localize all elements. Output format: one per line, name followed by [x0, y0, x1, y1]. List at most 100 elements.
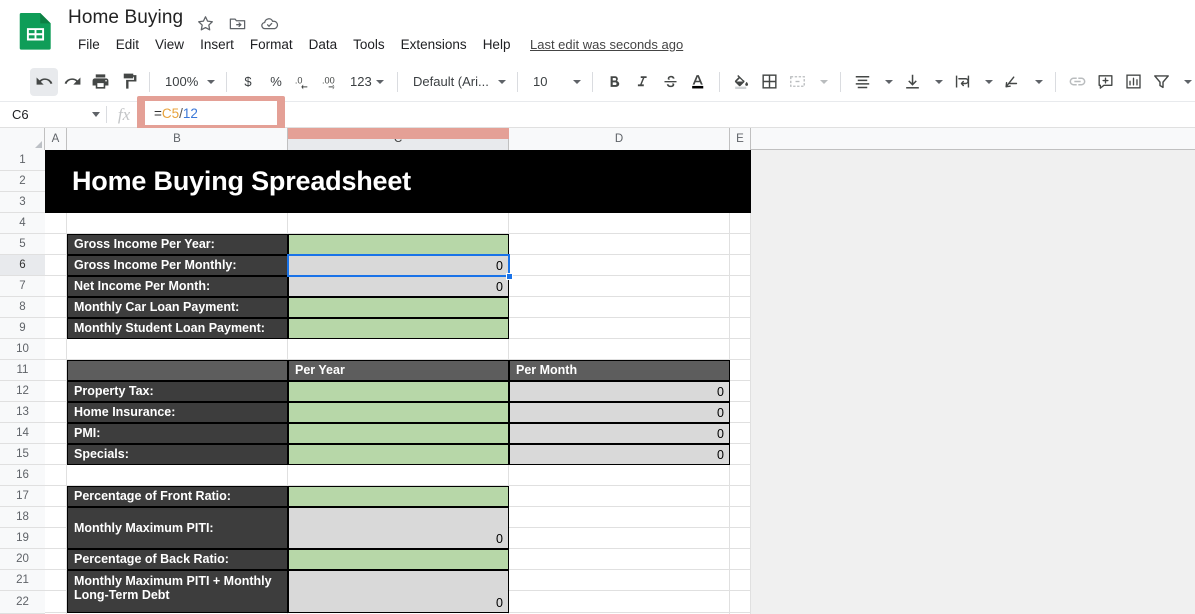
cell-c8[interactable]	[288, 297, 509, 318]
horizontal-align-dropdown[interactable]	[876, 68, 898, 96]
cell-d12[interactable]: 0	[509, 381, 730, 402]
cell-c18-merged[interactable]: 0	[288, 507, 509, 549]
undo-icon[interactable]	[30, 68, 58, 96]
insert-chart-icon[interactable]	[1119, 68, 1147, 96]
italic-icon[interactable]	[628, 68, 656, 96]
row-header-8[interactable]: 8	[0, 297, 45, 318]
row-header-6[interactable]: 6	[0, 255, 45, 276]
cell-b15[interactable]: Specials:	[67, 444, 288, 465]
column-header-d[interactable]: D	[509, 128, 730, 150]
increase-decimal-icon[interactable]: .00	[318, 68, 346, 96]
cell-c14[interactable]	[288, 423, 509, 444]
star-icon[interactable]	[196, 14, 215, 33]
cell-c11[interactable]: Per Year	[288, 360, 509, 381]
row-header-14[interactable]: 14	[0, 423, 45, 444]
menu-format[interactable]: Format	[242, 34, 301, 55]
menu-extensions[interactable]: Extensions	[393, 34, 475, 55]
cell-b11[interactable]	[67, 360, 288, 381]
row-header-10[interactable]: 10	[0, 339, 45, 360]
cell-b7[interactable]: Net Income Per Month:	[67, 276, 288, 297]
cell-c9[interactable]	[288, 318, 509, 339]
text-rotation-dropdown[interactable]	[1026, 68, 1048, 96]
menu-edit[interactable]: Edit	[108, 34, 147, 55]
row-header-4[interactable]: 4	[0, 213, 45, 234]
paint-format-icon[interactable]	[114, 68, 142, 96]
row-header-19[interactable]: 19	[0, 528, 45, 549]
cell-c7[interactable]: 0	[288, 276, 509, 297]
row-header-1[interactable]: 1	[0, 150, 45, 171]
fill-color-icon[interactable]	[727, 68, 755, 96]
bold-icon[interactable]	[600, 68, 628, 96]
cell-b12[interactable]: Property Tax:	[67, 381, 288, 402]
cell-b8[interactable]: Monthly Car Loan Payment:	[67, 297, 288, 318]
row-header-11[interactable]: 11	[0, 360, 45, 381]
cell-b18-merged[interactable]: Monthly Maximum PITI:	[67, 507, 288, 549]
text-wrap-icon[interactable]	[948, 68, 976, 96]
cell-c21-merged[interactable]: 0	[288, 570, 509, 613]
cell-b5[interactable]: Gross Income Per Year:	[67, 234, 288, 255]
number-format-combo[interactable]: 123	[346, 69, 390, 95]
cell-c12[interactable]	[288, 381, 509, 402]
row-header-9[interactable]: 9	[0, 318, 45, 339]
row-header-3[interactable]: 3	[0, 192, 45, 213]
menu-tools[interactable]: Tools	[345, 34, 393, 55]
vertical-align-icon[interactable]	[898, 68, 926, 96]
insert-comment-icon[interactable]	[1091, 68, 1119, 96]
menu-data[interactable]: Data	[301, 34, 346, 55]
cell-c15[interactable]	[288, 444, 509, 465]
menu-file[interactable]: File	[70, 34, 108, 55]
cell-b20[interactable]: Percentage of Back Ratio:	[67, 549, 288, 570]
cell-b6[interactable]: Gross Income Per Monthly:	[67, 255, 288, 276]
cell-c6[interactable]: 0	[288, 255, 509, 276]
cell-b13[interactable]: Home Insurance:	[67, 402, 288, 423]
horizontal-align-icon[interactable]	[848, 68, 876, 96]
row-header-16[interactable]: 16	[0, 465, 45, 486]
row-header-20[interactable]: 20	[0, 549, 45, 570]
print-icon[interactable]	[86, 68, 114, 96]
cell-b14[interactable]: PMI:	[67, 423, 288, 444]
zoom-combo[interactable]: 100%	[157, 69, 219, 95]
font-family-combo[interactable]: Default (Ari...	[405, 69, 510, 95]
column-header-a[interactable]: A	[45, 128, 67, 150]
text-rotation-icon[interactable]	[998, 68, 1026, 96]
cell-d11[interactable]: Per Month	[509, 360, 730, 381]
cell-c13[interactable]	[288, 402, 509, 423]
row-header-7[interactable]: 7	[0, 276, 45, 297]
document-title[interactable]: Home Buying	[68, 7, 183, 29]
cell-b21-merged[interactable]: Monthly Maximum PITI + Monthly Long-Term…	[67, 570, 288, 613]
formula-input[interactable]: =C5/12	[145, 101, 277, 125]
cloud-saved-icon[interactable]	[260, 14, 279, 33]
row-header-18[interactable]: 18	[0, 507, 45, 528]
row-header-5[interactable]: 5	[0, 234, 45, 255]
cell-b9[interactable]: Monthly Student Loan Payment:	[67, 318, 288, 339]
text-color-icon[interactable]	[684, 68, 712, 96]
create-filter-icon[interactable]	[1147, 68, 1175, 96]
name-box[interactable]: C6	[6, 103, 106, 127]
select-all-corner[interactable]	[0, 128, 45, 150]
strikethrough-icon[interactable]	[656, 68, 684, 96]
font-size-combo[interactable]: 10	[525, 69, 585, 95]
redo-icon[interactable]	[58, 68, 86, 96]
column-header-e[interactable]: E	[730, 128, 751, 150]
percent-format-icon[interactable]: %	[262, 68, 290, 96]
row-header-12[interactable]: 12	[0, 381, 45, 402]
cell-b17[interactable]: Percentage of Front Ratio:	[67, 486, 288, 507]
row-header-2[interactable]: 2	[0, 171, 45, 192]
cell-d14[interactable]: 0	[509, 423, 730, 444]
text-wrap-dropdown[interactable]	[976, 68, 998, 96]
last-edit-status[interactable]: Last edit was seconds ago	[530, 37, 683, 52]
cell-d15[interactable]: 0	[509, 444, 730, 465]
cell-d13[interactable]: 0	[509, 402, 730, 423]
row-header-17[interactable]: 17	[0, 486, 45, 507]
cell-c5[interactable]	[288, 234, 509, 255]
row-header-15[interactable]: 15	[0, 444, 45, 465]
borders-icon[interactable]	[755, 68, 783, 96]
cell-c20[interactable]	[288, 549, 509, 570]
fill-handle[interactable]	[506, 273, 513, 280]
move-to-folder-icon[interactable]	[228, 14, 247, 33]
row-header-22[interactable]: 22	[0, 591, 45, 614]
create-filter-dropdown[interactable]	[1175, 68, 1195, 96]
menu-insert[interactable]: Insert	[192, 34, 242, 55]
vertical-align-dropdown[interactable]	[926, 68, 948, 96]
row-header-13[interactable]: 13	[0, 402, 45, 423]
